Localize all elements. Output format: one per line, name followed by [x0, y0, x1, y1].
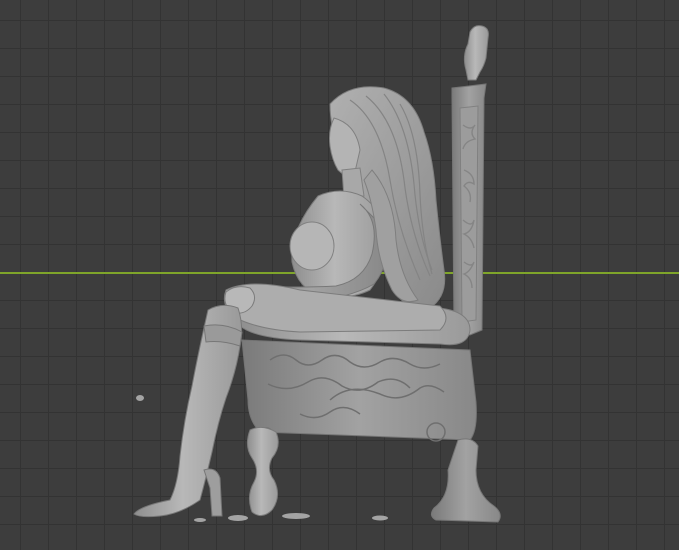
- figure-heel: [203, 468, 223, 517]
- sculpt-model[interactable]: [0, 0, 679, 550]
- 3d-viewport[interactable]: [0, 0, 679, 550]
- throne-rear-leg: [430, 438, 501, 523]
- figure-chest: [289, 221, 335, 271]
- throne-front-leg: [246, 426, 279, 516]
- figure: [133, 86, 447, 518]
- throne-finial: [463, 25, 489, 81]
